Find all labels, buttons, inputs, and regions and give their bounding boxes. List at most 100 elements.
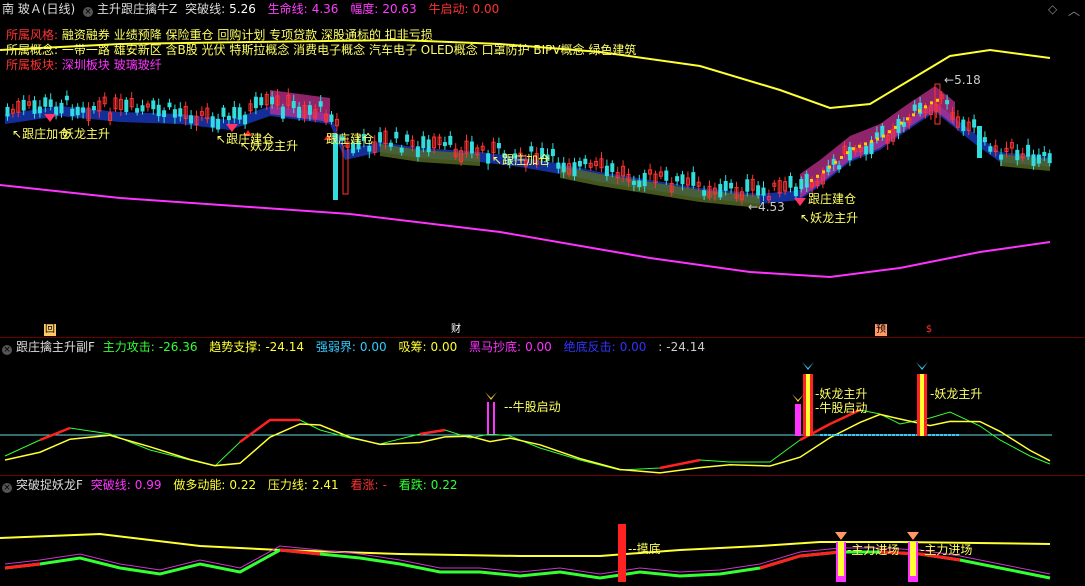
candle-body bbox=[270, 96, 275, 105]
diamond-signal-icon bbox=[794, 198, 806, 206]
signal-label: -主力进场 bbox=[847, 543, 900, 557]
candle-body bbox=[280, 106, 285, 119]
signal-dot bbox=[936, 98, 939, 102]
candle-body bbox=[37, 106, 42, 114]
sub2-val-1: 做多动能: 0.22 bbox=[173, 478, 257, 492]
energy-bar bbox=[932, 434, 935, 436]
indicator-name[interactable]: 主升跟庄擒牛Z bbox=[97, 2, 177, 16]
signal-label: -牛股启动 bbox=[815, 401, 868, 415]
candle-body bbox=[216, 118, 221, 130]
candle-body bbox=[178, 108, 183, 117]
event-badge-dividend[interactable]: $ bbox=[923, 324, 935, 336]
signal-dot bbox=[822, 170, 825, 174]
funnel-icon bbox=[907, 532, 919, 540]
candle-body bbox=[718, 184, 723, 198]
candle-body bbox=[756, 185, 761, 196]
energy-bar bbox=[908, 434, 911, 436]
candle-body bbox=[388, 142, 393, 147]
candle-body bbox=[556, 162, 561, 169]
candle-body bbox=[896, 118, 901, 133]
candle-body bbox=[691, 172, 696, 186]
energy-bar bbox=[824, 434, 827, 436]
candle-body bbox=[221, 107, 226, 117]
signal-dot bbox=[930, 101, 933, 105]
candle-body bbox=[610, 163, 615, 173]
candle-body bbox=[172, 109, 177, 118]
candle-body bbox=[448, 135, 453, 145]
main-val-2: 幅度: 20.63 bbox=[350, 2, 417, 16]
signal-dot bbox=[918, 109, 921, 113]
candle-body bbox=[1026, 144, 1031, 157]
signal-column bbox=[618, 524, 626, 582]
stock-name: 南 玻Ａ(日线) bbox=[2, 2, 76, 16]
candle-body bbox=[961, 119, 966, 132]
sub2-val-4: 看跌: 0.22 bbox=[398, 478, 458, 492]
energy-bar bbox=[848, 434, 851, 436]
candle-body bbox=[680, 174, 685, 185]
energy-bar bbox=[888, 434, 891, 436]
event-badge-buyback[interactable]: 回 bbox=[44, 324, 56, 336]
close-indicator-icon[interactable]: × bbox=[83, 7, 94, 17]
sub2-title[interactable]: 突破捉妖龙F bbox=[16, 478, 83, 492]
signal-dot bbox=[846, 151, 849, 155]
candle-body bbox=[664, 170, 669, 181]
energy-bar bbox=[928, 434, 931, 436]
sector-info: 所属板块: 深圳板块 玻璃玻纤 bbox=[6, 58, 162, 72]
concept-info: 所属概念: 一带一路 雄安新区 含B股 光伏 特斯拉概念 消费电子概念 汽车电子… bbox=[6, 43, 637, 57]
candle-body bbox=[399, 147, 404, 153]
candle-body bbox=[32, 100, 37, 114]
close-indicator-icon[interactable]: × bbox=[2, 483, 12, 493]
candle-body bbox=[637, 180, 642, 188]
candle-body bbox=[405, 134, 410, 142]
chevron-up-icon[interactable]: ︿ bbox=[1068, 2, 1080, 19]
sub1-val-0: 主力攻击: -26.36 bbox=[102, 340, 198, 354]
energy-bar bbox=[840, 434, 843, 436]
candle-body bbox=[577, 160, 582, 167]
candle-body bbox=[1031, 154, 1036, 166]
candle-body bbox=[232, 107, 237, 119]
sub-indicator-panel-2[interactable]: × 突破捉妖龙F 突破线: 0.99 做多动能: 0.22 压力线: 2.41 看涨: -… bbox=[0, 476, 1085, 586]
signal-dot bbox=[924, 105, 927, 109]
signal-label: -主力进场 bbox=[920, 543, 973, 557]
candle-body bbox=[1047, 153, 1052, 164]
candle-body bbox=[874, 132, 879, 139]
event-badge-forecast[interactable]: 预 bbox=[875, 324, 887, 336]
signal-dot bbox=[900, 121, 903, 125]
candle-body bbox=[496, 143, 501, 149]
bullish-segment bbox=[239, 418, 300, 444]
candle-body bbox=[329, 114, 334, 122]
signal-dot bbox=[882, 134, 885, 138]
sub2-val-0: 突破线: 0.99 bbox=[90, 478, 162, 492]
signal-label: -妖龙主升 bbox=[930, 387, 983, 401]
candle-body bbox=[75, 106, 80, 116]
signal-dot bbox=[840, 156, 843, 159]
candle-body bbox=[793, 186, 798, 197]
diamond-icon[interactable]: ◇ bbox=[1048, 2, 1057, 16]
event-badge-finance[interactable]: 财 bbox=[450, 324, 462, 336]
energy-bar bbox=[856, 434, 859, 436]
candle-body bbox=[761, 187, 766, 196]
energy-bar bbox=[820, 434, 823, 436]
trend-support-line bbox=[4, 413, 1051, 474]
signal-dot bbox=[912, 113, 915, 117]
energy-bar bbox=[936, 434, 939, 436]
sub1-title[interactable]: 跟庄擒主升副F bbox=[16, 340, 95, 354]
candle-body bbox=[837, 165, 842, 170]
candle-body bbox=[259, 97, 264, 106]
signal-dot bbox=[870, 140, 873, 143]
energy-bar bbox=[884, 434, 887, 436]
energy-bar bbox=[832, 434, 835, 436]
butterfly-icon bbox=[916, 362, 928, 370]
candle-body bbox=[81, 107, 86, 113]
candle-body bbox=[237, 107, 242, 120]
candle-body bbox=[642, 172, 647, 187]
energy-bar bbox=[948, 434, 951, 436]
candle-body bbox=[702, 190, 707, 196]
signal-dot bbox=[876, 137, 879, 141]
candle-body bbox=[243, 114, 248, 125]
close-indicator-icon[interactable]: × bbox=[2, 345, 12, 355]
sub-indicator-panel-1[interactable]: × 跟庄擒主升副F 主力攻击: -26.36 趋势支撑: -24.14 强弱界: 0.0… bbox=[0, 338, 1085, 476]
candle-body bbox=[945, 100, 950, 105]
main-chart-panel[interactable]: 南 玻Ａ(日线) × 主升跟庄擒牛Z 突破线: 5.26 生命线: 4.36 幅度: 2… bbox=[0, 0, 1085, 338]
candle-body bbox=[91, 105, 96, 111]
